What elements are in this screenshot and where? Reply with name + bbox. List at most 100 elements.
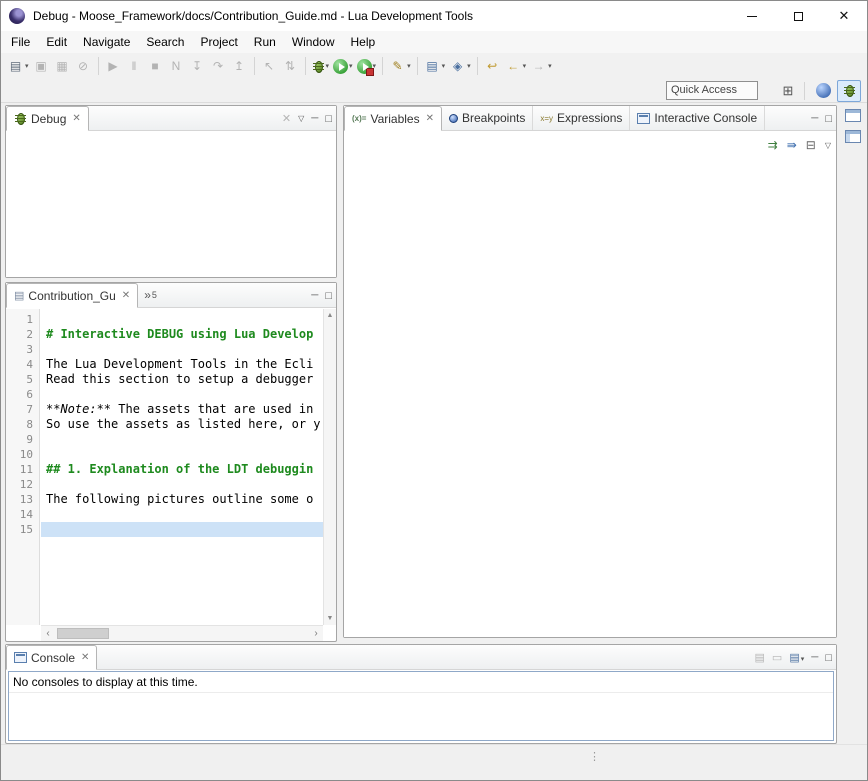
save-button[interactable]: ▣ [31, 55, 52, 77]
minimize-view-button[interactable]: ─ [311, 290, 318, 301]
tab-breakpoints[interactable]: Breakpoints [442, 106, 533, 130]
minimize-view-button[interactable]: ─ [811, 113, 818, 124]
editor-line[interactable] [41, 507, 323, 522]
tab-overflow-indicator[interactable]: » 5 [138, 283, 163, 307]
display-selected-console-button[interactable]: ▭ [772, 651, 782, 664]
quick-access-field[interactable]: Quick Access [666, 81, 758, 100]
restore-minimized-view-button-1[interactable] [845, 109, 861, 122]
editor-line[interactable]: The following pictures outline some o [41, 492, 323, 507]
skip-all-breakpoints-button[interactable]: ⊘ [73, 55, 94, 77]
maximize-view-button[interactable]: □ [325, 290, 332, 302]
debug-button[interactable]: ▾ [310, 55, 332, 77]
step-return-button[interactable]: ↥ [229, 55, 250, 77]
open-console-button[interactable]: ▤▾ [789, 651, 804, 664]
tab-interactive-console[interactable]: Interactive Console [630, 106, 765, 130]
view-menu-button[interactable]: ▽ [298, 114, 304, 123]
dropdown-arrow-icon[interactable]: ▾ [523, 62, 527, 70]
new-console-button[interactable]: ▤ [755, 651, 765, 664]
mark-occurrences-button[interactable]: ✎▾ [387, 55, 413, 77]
suspend-button[interactable]: ‖ [124, 55, 145, 77]
disconnect-button[interactable]: N [166, 55, 187, 77]
code-editor[interactable]: # Interactive DEBUG using Lua Develop The… [41, 309, 323, 625]
editor-line[interactable]: # Interactive DEBUG using Lua Develop [41, 327, 323, 342]
dropdown-arrow-icon[interactable]: ▾ [407, 62, 411, 70]
menu-edit[interactable]: Edit [38, 31, 75, 53]
splitter-grip-icon[interactable]: ⋮ [589, 750, 600, 763]
editor-line[interactable]: **Note:** The assets that are used in [41, 402, 323, 417]
debug-perspective-button[interactable] [837, 80, 861, 102]
editor-line[interactable] [41, 432, 323, 447]
menu-navigate[interactable]: Navigate [75, 31, 138, 53]
menu-search[interactable]: Search [138, 31, 192, 53]
maximize-view-button[interactable]: □ [825, 652, 832, 664]
dropdown-arrow-icon[interactable]: ▾ [548, 62, 552, 70]
step-into-button[interactable]: ↧ [187, 55, 208, 77]
maximize-view-button[interactable]: □ [325, 113, 332, 125]
horizontal-scrollbar[interactable]: ‹ › [41, 625, 323, 641]
external-tools-button[interactable]: ▾ [355, 55, 379, 77]
editor-line[interactable] [41, 447, 323, 462]
editor-line[interactable]: So use the assets as listed here, or y [41, 417, 323, 432]
tab-expressions[interactable]: x=yExpressions [533, 106, 630, 130]
menu-help[interactable]: Help [343, 31, 384, 53]
save-all-button[interactable]: ▦ [52, 55, 73, 77]
scroll-up-icon[interactable]: ▲ [327, 312, 334, 319]
editor-line[interactable] [41, 522, 323, 537]
close-tab-icon[interactable]: ✕ [81, 652, 89, 663]
tab-debug[interactable]: Debug ✕ [6, 106, 89, 131]
collapse-all-button[interactable]: ⊟ [806, 138, 816, 152]
minimize-window-button[interactable] [729, 1, 775, 31]
maximize-view-button[interactable]: □ [825, 113, 832, 125]
dropdown-arrow-icon[interactable]: ▾ [442, 62, 446, 70]
open-perspective-button[interactable]: ⊞ [776, 80, 800, 102]
new-wizard-button[interactable]: ▤▾ [5, 55, 31, 77]
dropdown-arrow-icon[interactable]: ▾ [349, 62, 353, 70]
scrollbar-thumb[interactable] [57, 628, 109, 639]
editor-line[interactable] [41, 342, 323, 357]
menu-run[interactable]: Run [246, 31, 284, 53]
editor-line[interactable]: Read this section to setup a debugger [41, 372, 323, 387]
editor-line[interactable] [41, 312, 323, 327]
minimize-view-button[interactable]: ─ [811, 652, 818, 663]
dropdown-arrow-icon[interactable]: ▾ [326, 62, 330, 70]
maximize-window-button[interactable] [775, 1, 821, 31]
menu-file[interactable]: File [3, 31, 38, 53]
forward-button[interactable]: →▾ [528, 55, 554, 77]
vertical-scrollbar[interactable]: ▲ ▼ [323, 309, 336, 625]
dropdown-arrow-icon[interactable]: ▾ [467, 62, 471, 70]
close-window-button[interactable]: ✕ [821, 1, 867, 31]
view-menu-button[interactable]: ▽ [825, 141, 831, 150]
tab-console[interactable]: Console ✕ [6, 645, 97, 670]
dropdown-arrow-icon[interactable]: ▾ [25, 62, 29, 70]
scroll-left-icon[interactable]: ‹ [41, 628, 55, 639]
new-lua-file-button[interactable]: ▤▾ [422, 55, 448, 77]
menu-window[interactable]: Window [284, 31, 343, 53]
show-type-names-button[interactable]: ⇉ [768, 138, 778, 152]
ldt-perspective-button[interactable] [811, 80, 835, 102]
restore-minimized-view-button-2[interactable] [845, 130, 861, 143]
terminate-button[interactable]: ■ [145, 55, 166, 77]
editor-line[interactable]: ## 1. Explanation of the LDT debuggin [41, 462, 323, 477]
editor-line[interactable] [41, 387, 323, 402]
remove-all-terminated-button[interactable]: ✕ [282, 112, 291, 125]
run-button[interactable]: ▾ [331, 55, 355, 77]
use-step-filters-button[interactable]: ⇅ [280, 55, 301, 77]
scroll-down-icon[interactable]: ▼ [327, 615, 334, 622]
tab-variables[interactable]: (x)=Variables✕ [344, 106, 442, 131]
tab-contribution-guide[interactable]: ▤ Contribution_Gu ✕ [6, 283, 138, 308]
close-tab-icon[interactable]: ✕ [426, 113, 434, 124]
step-over-button[interactable]: ↷ [208, 55, 229, 77]
editor-line[interactable]: The Lua Development Tools in the Ecli [41, 357, 323, 372]
scroll-right-icon[interactable]: › [309, 628, 323, 639]
last-edit-location-button[interactable]: ↩ [482, 55, 503, 77]
back-button[interactable]: ←▾ [503, 55, 529, 77]
close-tab-icon[interactable]: ✕ [122, 290, 130, 301]
drop-to-frame-button[interactable]: ↖ [259, 55, 280, 77]
menu-project[interactable]: Project [192, 31, 245, 53]
resume-button[interactable]: ▶ [103, 55, 124, 77]
close-tab-icon[interactable]: ✕ [72, 113, 80, 124]
editor-line[interactable] [41, 477, 323, 492]
show-logical-structures-button[interactable]: ⇛ [787, 138, 797, 152]
open-element-button[interactable]: ◈▾ [447, 55, 473, 77]
minimize-view-button[interactable]: ─ [311, 113, 318, 124]
